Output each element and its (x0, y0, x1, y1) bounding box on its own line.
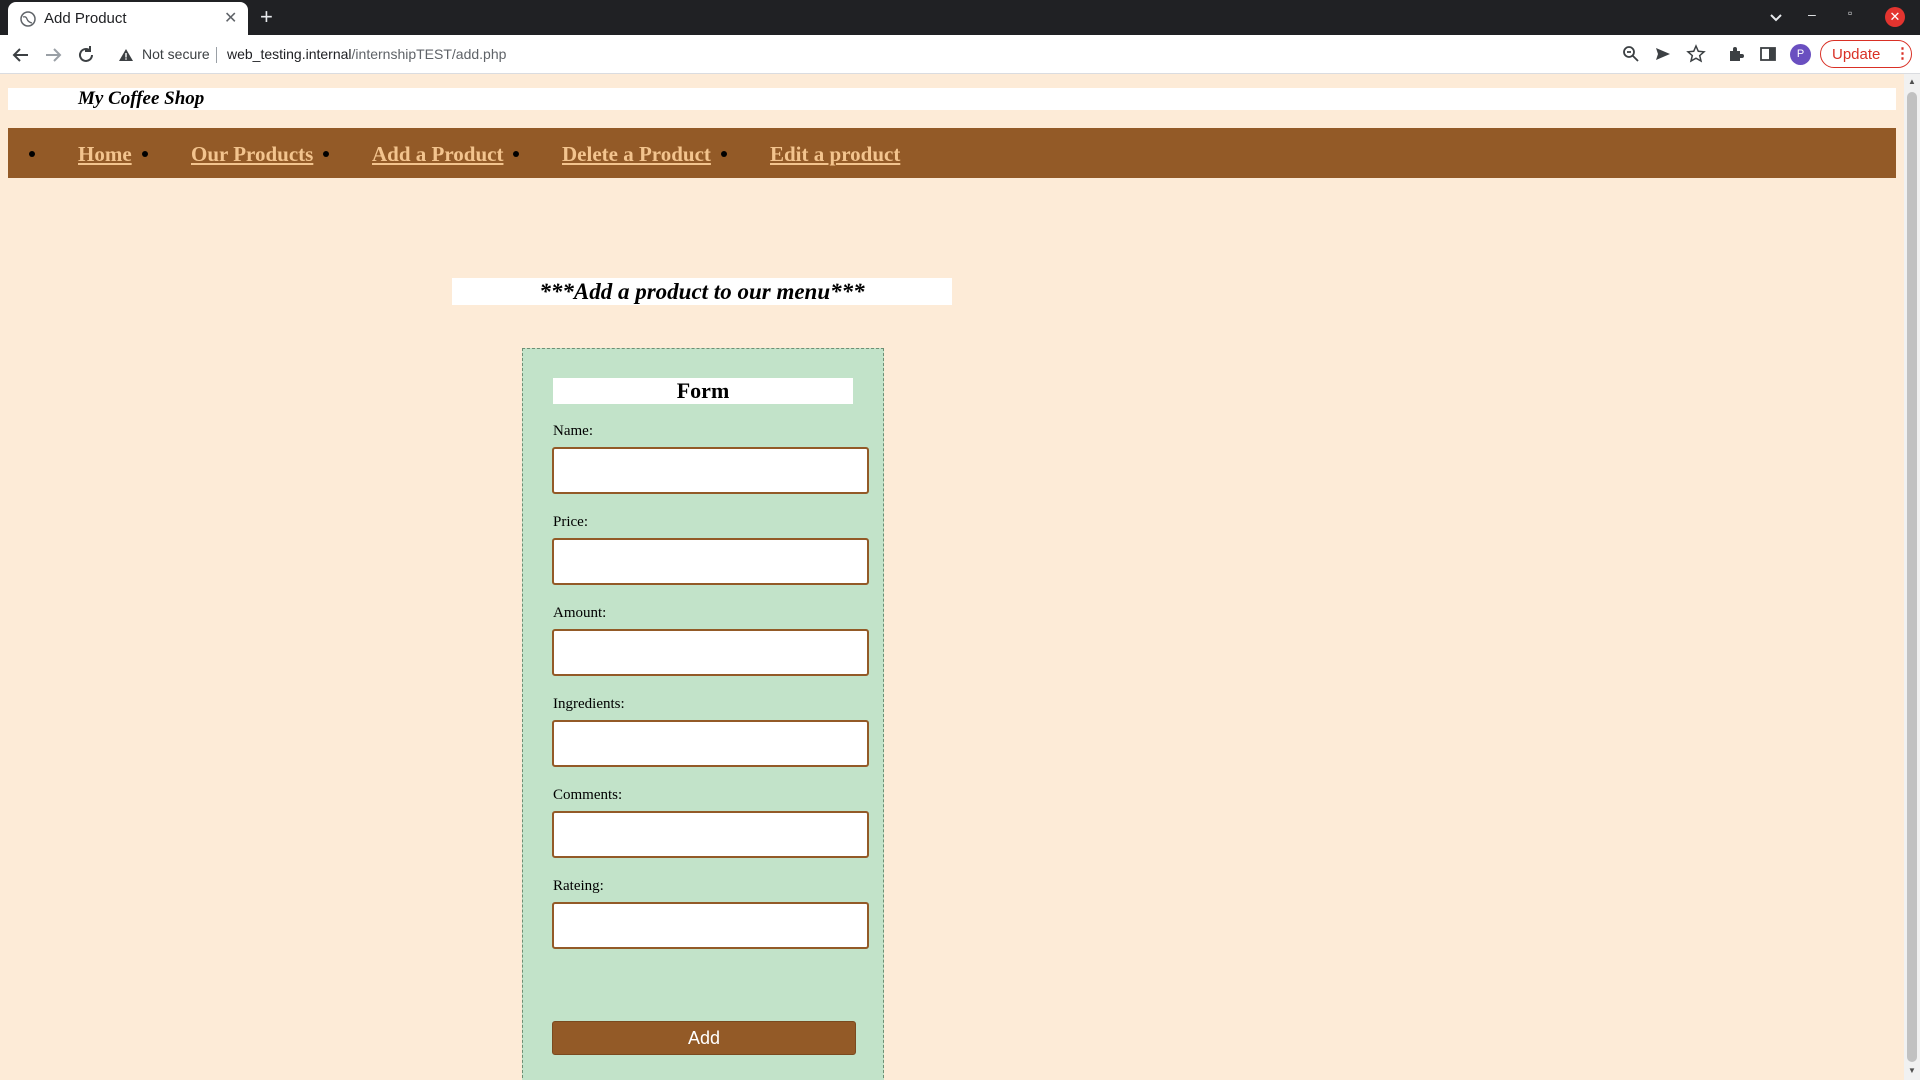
nav-link-our-products[interactable]: Our Products (191, 142, 313, 167)
nav-bullet (513, 151, 519, 157)
name-label: Name: (553, 423, 593, 439)
update-button[interactable]: Update ⋮ (1820, 40, 1912, 68)
reload-icon[interactable] (75, 44, 97, 66)
minimize-window-icon[interactable]: – (1808, 6, 1816, 22)
browser-tab[interactable]: Add Product ✕ (8, 2, 248, 35)
address-separator (216, 47, 217, 63)
extensions-puzzle-icon[interactable] (1726, 44, 1746, 64)
close-window-icon[interactable]: ✕ (1885, 7, 1905, 27)
browser-toolbar: Not secure web_testing.internal/internsh… (0, 35, 1920, 74)
tab-title: Add Product (44, 10, 127, 27)
ingredients-label: Ingredients: (553, 696, 625, 712)
nav-link-add-product[interactable]: Add a Product (372, 142, 503, 167)
more-menu-icon: ⋮ (1895, 45, 1910, 62)
security-status-label[interactable]: Not secure (142, 46, 210, 62)
nav-bullet (142, 151, 148, 157)
price-input[interactable] (552, 538, 869, 585)
add-button[interactable]: Add (552, 1021, 856, 1055)
site-title: My Coffee Shop (78, 88, 205, 109)
rating-input[interactable] (552, 902, 869, 949)
page-scrollbar[interactable]: ▲ ▼ (1904, 74, 1920, 1080)
update-label: Update (1832, 46, 1881, 63)
amount-label: Amount: (553, 605, 607, 621)
rating-label: Rateing: (553, 878, 604, 894)
form-title-box: Form (553, 378, 853, 404)
form-title: Form (676, 378, 730, 403)
site-header: My Coffee Shop (8, 88, 1896, 110)
add-product-form: Form Name: Price: Amount: Ingredients: C… (522, 348, 884, 1080)
warning-triangle-icon[interactable] (118, 47, 134, 63)
nav-bullet (323, 151, 329, 157)
tab-close-icon[interactable]: ✕ (224, 8, 237, 28)
nav-bullet (721, 151, 727, 157)
profile-avatar[interactable]: P (1790, 44, 1811, 65)
nav-link-edit-product[interactable]: Edit a product (770, 142, 900, 167)
tab-search-chevron-icon[interactable] (1766, 7, 1786, 27)
ingredients-input[interactable] (552, 720, 869, 767)
url-text[interactable]: web_testing.internal/internshipTEST/add.… (227, 46, 506, 62)
bookmark-star-icon[interactable] (1686, 44, 1706, 64)
scroll-up-arrow-icon[interactable]: ▲ (1908, 77, 1916, 86)
zoom-icon[interactable] (1621, 44, 1641, 64)
send-icon[interactable] (1653, 44, 1673, 64)
forward-arrow-icon[interactable] (42, 44, 64, 66)
comments-input[interactable] (552, 811, 869, 858)
side-panel-icon[interactable] (1758, 44, 1778, 64)
amount-input[interactable] (552, 629, 869, 676)
restore-window-icon[interactable]: ▫ (1848, 6, 1852, 20)
url-host: web_testing.internal (227, 46, 352, 62)
page-heading-box: ***Add a product to our menu*** (452, 278, 952, 305)
browser-tab-strip: Add Product ✕ + – ▫ ✕ (0, 0, 1920, 35)
address-bar[interactable]: Not secure web_testing.internal/internsh… (110, 39, 1780, 70)
price-label: Price: (553, 514, 588, 530)
page-viewport: My Coffee Shop Home Our Products Add a P… (0, 74, 1904, 1080)
page-heading: ***Add a product to our menu*** (539, 279, 865, 304)
name-input[interactable] (552, 447, 869, 494)
nav-link-home[interactable]: Home (78, 142, 132, 167)
new-tab-icon[interactable]: + (260, 4, 273, 30)
scrollbar-thumb[interactable] (1907, 92, 1917, 1062)
scroll-down-arrow-icon[interactable]: ▼ (1908, 1066, 1916, 1075)
back-arrow-icon[interactable] (10, 44, 32, 66)
globe-icon (20, 11, 36, 27)
nav-link-delete-product[interactable]: Delete a Product (562, 142, 711, 167)
url-path: /internshipTEST/add.php (351, 46, 507, 62)
site-nav: Home Our Products Add a Product Delete a… (8, 128, 1896, 178)
comments-label: Comments: (553, 787, 623, 803)
nav-bullet (29, 151, 35, 157)
